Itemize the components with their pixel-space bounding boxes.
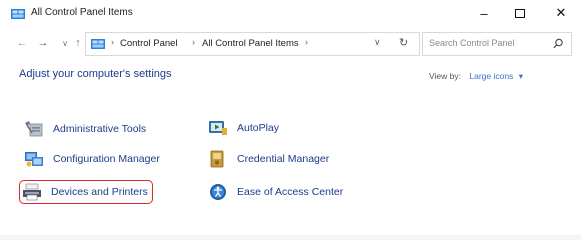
item-devices-and-printers[interactable]: Devices and Printers (19, 180, 153, 204)
back-button[interactable]: ← (15, 35, 29, 51)
printer-icon (23, 183, 41, 201)
chevron-down-icon[interactable]: ▾ (519, 71, 523, 81)
address-dropdown-button[interactable]: ∨ (374, 37, 381, 48)
administrative-tools-icon (25, 121, 43, 137)
breadcrumb-separator[interactable]: › (192, 37, 195, 47)
breadcrumb-separator[interactable]: › (305, 37, 308, 47)
item-ease-of-access-center[interactable]: Ease of Access Center (208, 181, 343, 203)
close-button[interactable]: ✕ (543, 2, 579, 24)
maximize-button[interactable] (502, 2, 538, 24)
ease-of-access-icon (210, 184, 226, 200)
navigation-bar: ← → ∨ ↑ › Control Panel › All Control Pa… (0, 26, 581, 60)
search-input[interactable] (429, 36, 541, 50)
view-by-label: View by: (429, 71, 461, 81)
credential-manager-icon (210, 150, 224, 168)
maximize-icon (515, 8, 525, 18)
recent-locations-button[interactable]: ∨ (58, 35, 72, 51)
search-icon[interactable] (551, 37, 565, 51)
up-button[interactable]: ↑ (71, 35, 85, 51)
page-heading: Adjust your computer's settings (19, 68, 172, 80)
item-label: Administrative Tools (53, 123, 147, 135)
configuration-manager-icon (25, 152, 43, 167)
breadcrumb-separator[interactable]: › (111, 37, 114, 47)
autoplay-icon (209, 121, 227, 135)
refresh-button[interactable]: ↻ (399, 36, 408, 49)
title-bar: All Control Panel Items – ✕ (0, 0, 581, 26)
forward-button[interactable]: → (36, 35, 50, 51)
item-administrative-tools[interactable]: Administrative Tools (24, 118, 146, 140)
window-title: All Control Panel Items (31, 7, 133, 18)
address-bar[interactable]: › Control Panel › All Control Panel Item… (85, 32, 420, 56)
window-bottom-edge (0, 235, 581, 240)
item-label: AutoPlay (237, 122, 280, 134)
control-panel-icon (91, 39, 105, 49)
item-label: Configuration Manager (53, 153, 160, 165)
minimize-button[interactable]: – (466, 2, 502, 24)
control-panel-icon (11, 9, 25, 19)
item-label: Credential Manager (237, 153, 330, 165)
item-credential-manager[interactable]: Credential Manager (208, 148, 329, 170)
item-label: Devices and Printers (51, 186, 148, 198)
item-configuration-manager[interactable]: Configuration Manager (24, 148, 160, 170)
view-by-value[interactable]: Large icons (469, 71, 513, 81)
search-box[interactable] (422, 32, 572, 56)
item-label: Ease of Access Center (237, 186, 344, 198)
view-by-control[interactable]: View by: Large icons ▾ (429, 71, 523, 82)
item-autoplay[interactable]: AutoPlay (208, 117, 279, 139)
breadcrumb-all-items[interactable]: All Control Panel Items (202, 38, 299, 49)
breadcrumb-control-panel[interactable]: Control Panel (120, 38, 178, 49)
